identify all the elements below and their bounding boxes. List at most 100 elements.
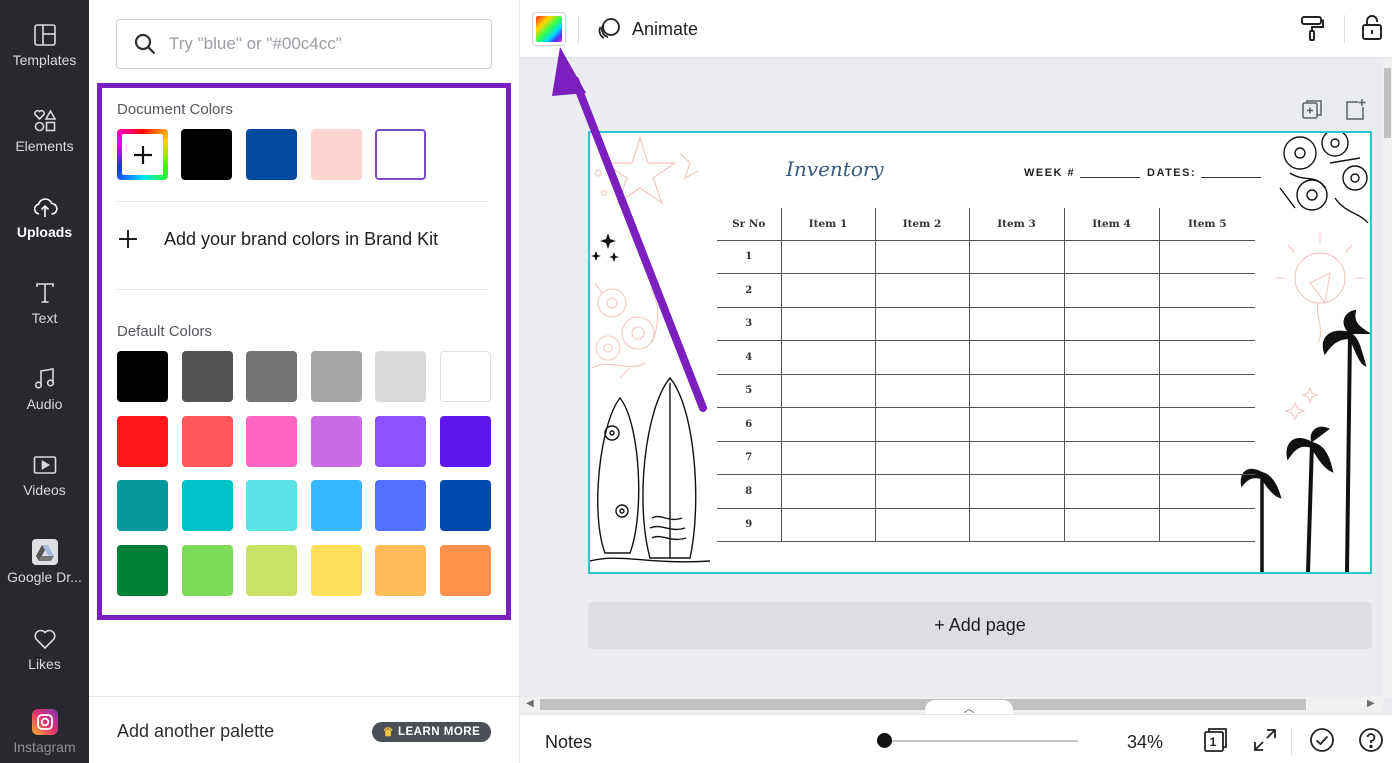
table-cell [874, 441, 969, 475]
videos-icon [33, 456, 56, 474]
design-canvas[interactable]: Inventory WEEK # DATES: Sr No Item 1 Item … [588, 131, 1372, 574]
notes-button[interactable]: Notes [545, 732, 592, 753]
editor-area: Animate Inventory WEEK # DATES: Sr No It… [520, 0, 1392, 763]
sidebar-item-text[interactable]: Text [0, 263, 89, 343]
document-color-swatch[interactable] [181, 129, 232, 180]
sidebar-item-elements[interactable]: Elements [0, 91, 89, 171]
sidebar-item-label: Elements [15, 138, 74, 154]
default-color-swatch[interactable] [440, 480, 491, 532]
color-search-input[interactable] [169, 34, 469, 54]
table-row: 7 [717, 441, 1255, 475]
table-cell [874, 374, 969, 408]
add-new-page-icon[interactable] [1343, 98, 1367, 122]
divider [1344, 15, 1345, 43]
brand-kit-link[interactable]: Add your brand colors in Brand Kit [117, 228, 438, 250]
table-cell [1063, 407, 1159, 442]
color-gradient-icon [536, 16, 562, 42]
sidebar-item-instagram[interactable]: Instagram [0, 695, 89, 763]
sidebar-item-templates[interactable]: Templates [0, 5, 89, 85]
table-cell [780, 374, 875, 408]
scroll-right-arrow-icon[interactable]: ▶ [1367, 698, 1375, 709]
default-color-swatch[interactable] [310, 480, 362, 532]
default-color-swatch[interactable] [310, 544, 362, 596]
default-color-swatch[interactable] [246, 415, 298, 467]
table-cell [968, 307, 1064, 341]
default-color-swatch[interactable] [181, 480, 233, 532]
document-color-swatch-selected[interactable] [375, 129, 426, 180]
default-color-swatch[interactable] [117, 415, 168, 467]
sidebar-item-uploads[interactable]: Uploads [0, 177, 89, 257]
default-color-swatch[interactable] [246, 480, 298, 532]
inventory-table: Sr No Item 1 Item 2 Item 3 Item 4 Item 5 1234… [717, 208, 1255, 542]
default-color-swatch[interactable] [181, 415, 233, 467]
zoom-level[interactable]: 34% [1127, 732, 1163, 753]
table-cell [1063, 240, 1159, 274]
sidebar-item-videos[interactable]: Videos [0, 435, 89, 515]
scroll-left-arrow-icon[interactable]: ◀ [526, 698, 534, 709]
default-color-swatch[interactable] [310, 415, 362, 467]
sidebar-item-likes[interactable]: Likes [0, 609, 89, 689]
divider [117, 289, 489, 290]
sidebar-item-audio[interactable]: Audio [0, 349, 89, 429]
default-color-swatch[interactable] [246, 544, 298, 596]
editor-toolbar: Animate [520, 0, 1392, 58]
lock-icon[interactable] [1358, 13, 1386, 41]
instagram-icon [31, 709, 58, 735]
fullscreen-icon[interactable] [1252, 727, 1278, 753]
table-row: 5 [717, 374, 1255, 408]
page-count: 1 [1209, 735, 1217, 749]
default-color-swatch[interactable] [117, 351, 168, 402]
default-color-swatch[interactable] [440, 544, 491, 596]
google-drive-icon [31, 539, 58, 565]
table-cell [780, 240, 875, 274]
table-cell [1063, 508, 1159, 542]
table-cell [1063, 474, 1159, 509]
sidebar-item-label: Text [31, 310, 58, 326]
table-cell [1063, 273, 1159, 308]
color-search-box[interactable] [116, 19, 492, 69]
document-color-swatch[interactable] [311, 129, 362, 180]
zoom-slider-track[interactable] [882, 740, 1078, 742]
default-color-swatch[interactable] [375, 415, 427, 467]
table-cell [780, 508, 875, 542]
table-cell [1063, 307, 1159, 341]
default-color-swatch[interactable] [375, 544, 427, 596]
learn-more-button[interactable]: ♛ LEARN MORE [372, 722, 491, 742]
vertical-scrollbar[interactable] [1383, 58, 1392, 698]
page-count-button[interactable]: 1 [1202, 727, 1228, 753]
row-number-cell: 1 [717, 240, 781, 274]
table-cell [780, 273, 875, 308]
table-cell [1158, 307, 1255, 341]
default-color-swatch[interactable] [440, 351, 491, 402]
crown-icon: ♛ [382, 725, 394, 739]
add-page-button[interactable]: + Add page [588, 602, 1372, 649]
default-color-swatch[interactable] [310, 351, 362, 402]
default-color-swatch[interactable] [440, 415, 491, 467]
color-panel: Document Colors Add your brand colors in… [89, 0, 520, 763]
duplicate-page-icon[interactable] [1300, 98, 1324, 122]
animate-button[interactable]: Animate [596, 16, 698, 42]
help-icon[interactable] [1358, 727, 1384, 753]
add-another-palette-link[interactable]: Add another palette [117, 721, 274, 742]
table-header-cell: Item 3 [968, 208, 1064, 241]
copy-style-paint-roller-icon[interactable] [1298, 14, 1326, 42]
sidebar-item-label: Uploads [16, 224, 73, 240]
default-color-swatch[interactable] [117, 480, 168, 532]
zoom-slider-knob[interactable] [877, 733, 892, 748]
text-color-button[interactable] [532, 12, 566, 46]
default-color-swatch[interactable] [117, 544, 168, 596]
table-cell [1158, 441, 1255, 475]
table-cell [874, 407, 969, 442]
default-color-swatch[interactable] [181, 544, 233, 596]
default-color-swatch[interactable] [375, 480, 427, 532]
default-color-swatch[interactable] [246, 351, 298, 402]
default-color-swatch[interactable] [181, 351, 233, 402]
document-color-swatch[interactable] [246, 129, 297, 180]
table-cell [1158, 340, 1255, 375]
check-circle-icon[interactable] [1309, 727, 1335, 753]
table-cell [874, 340, 969, 375]
default-color-swatch[interactable] [375, 351, 427, 402]
table-cell [1158, 273, 1255, 308]
add-document-color-button[interactable] [117, 129, 168, 180]
sidebar-item-google-drive[interactable]: Google Dr... [0, 522, 89, 602]
